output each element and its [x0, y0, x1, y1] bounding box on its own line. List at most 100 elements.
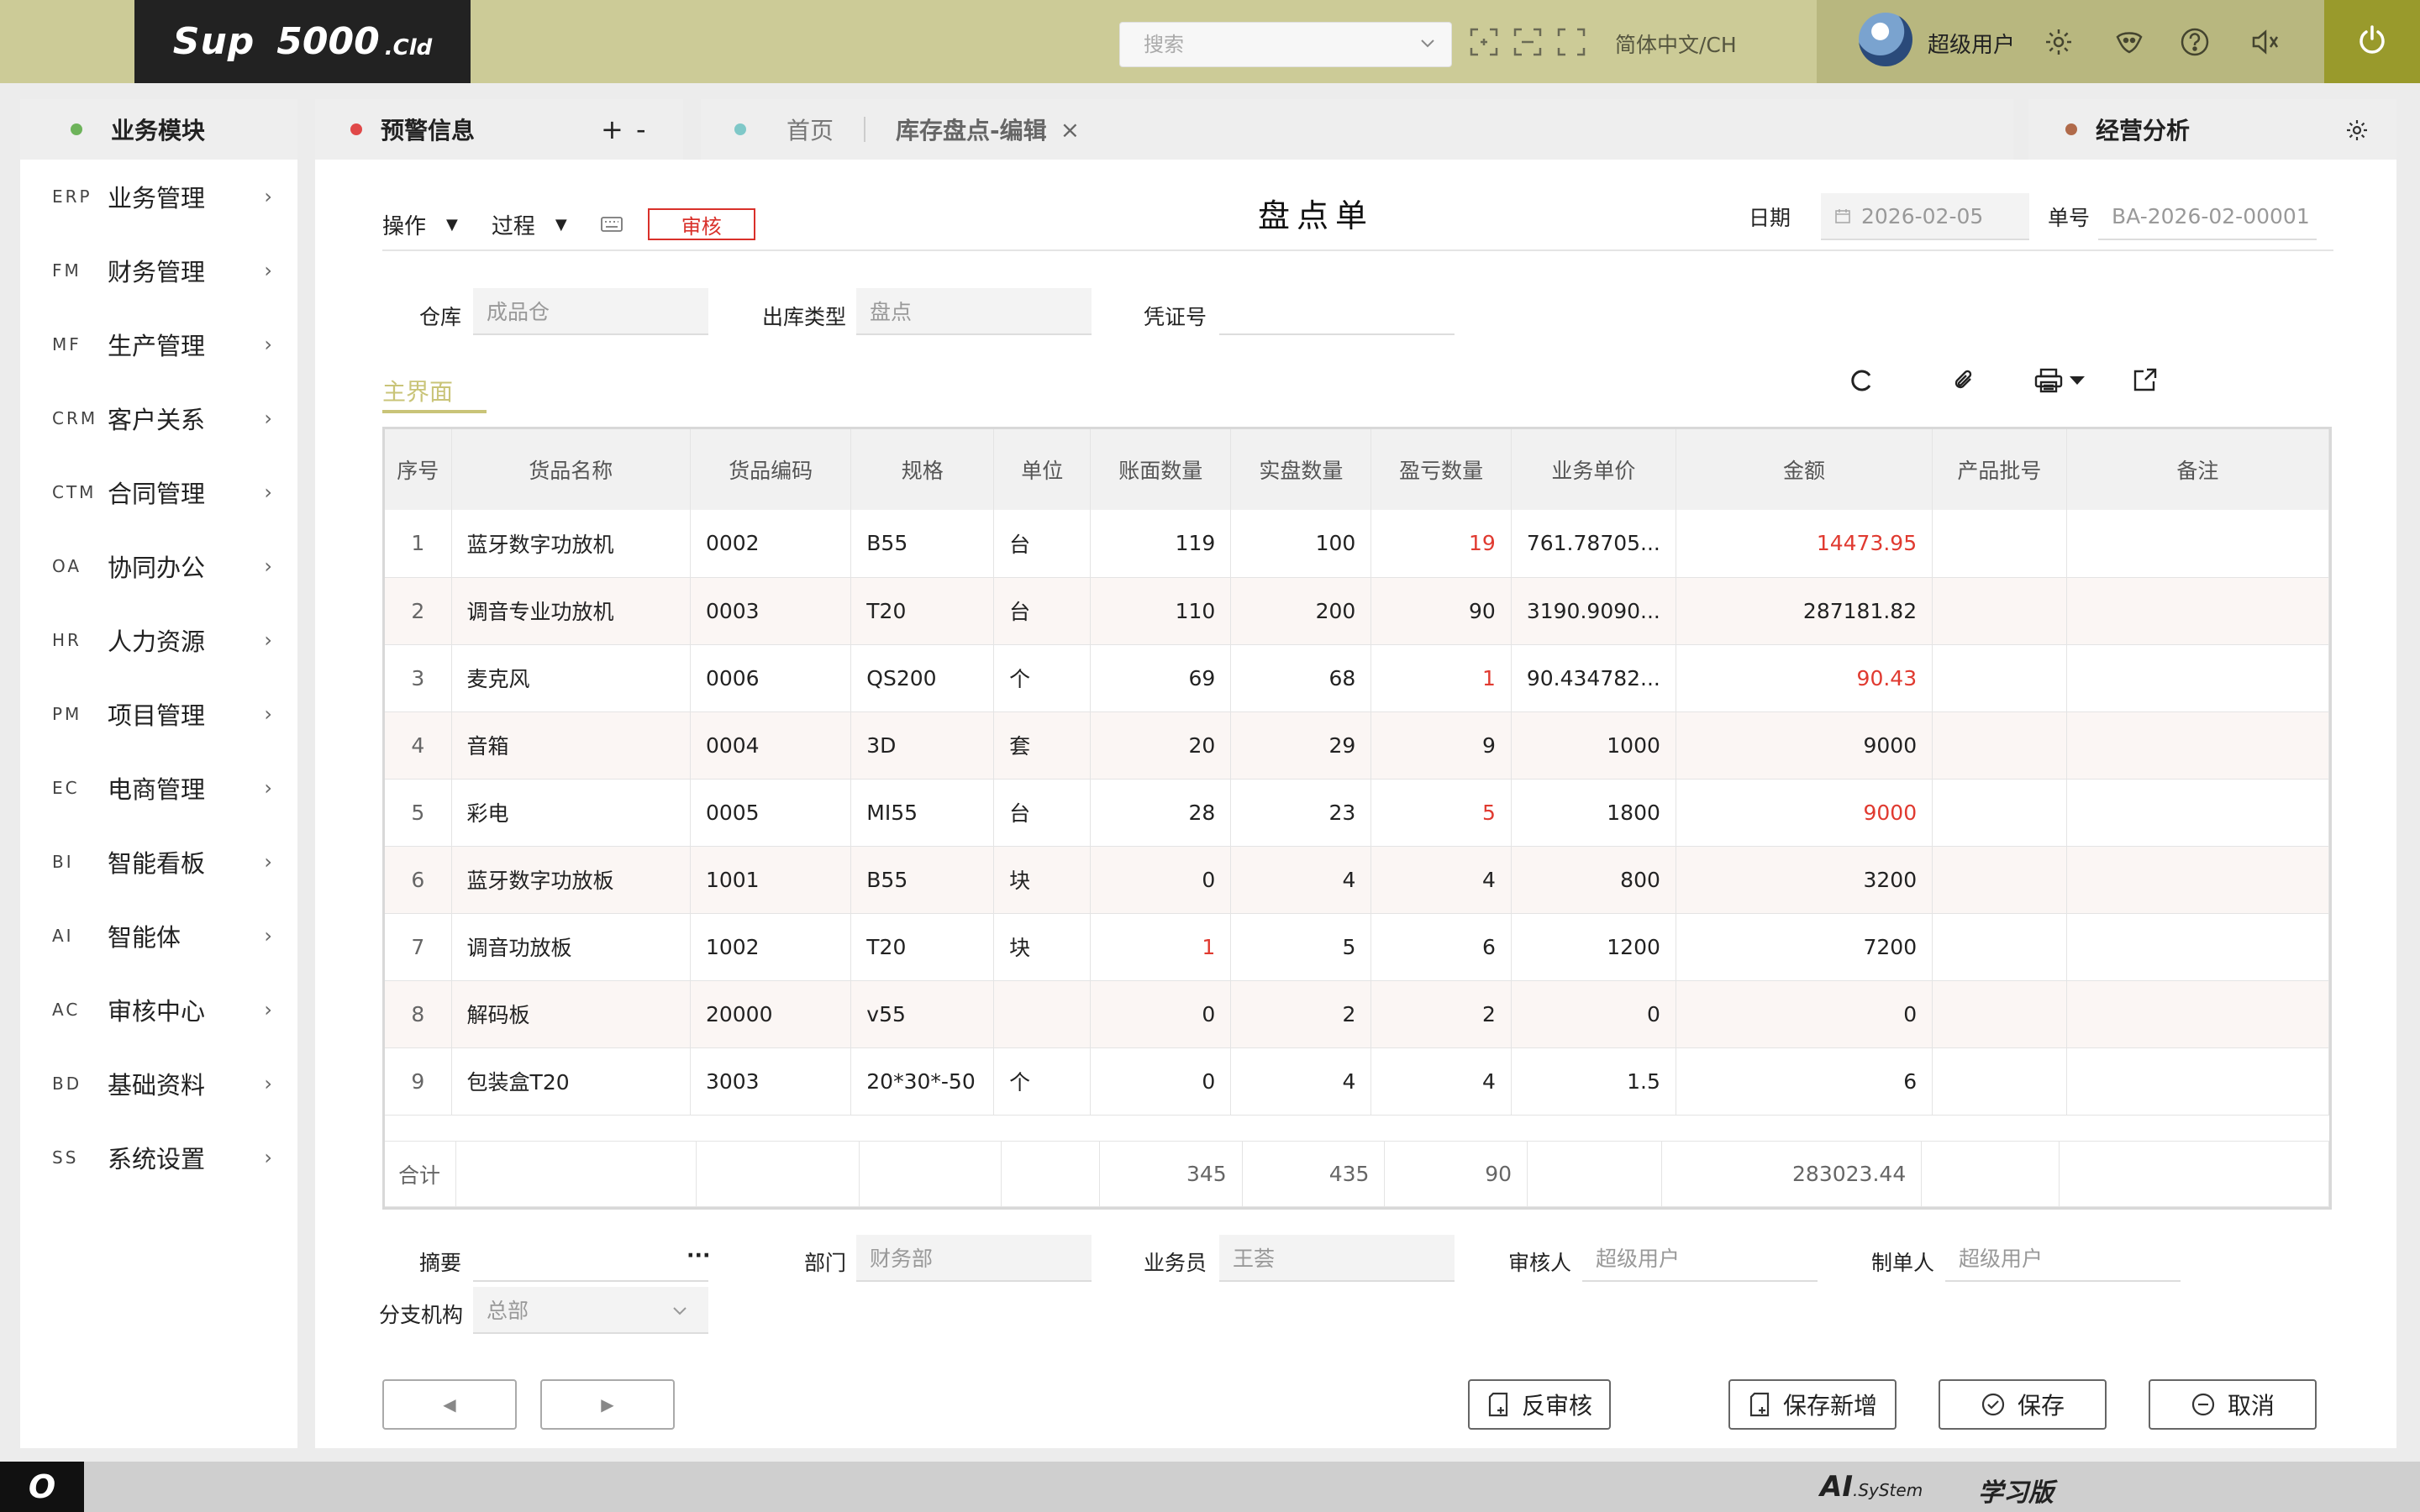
- col-book-qty[interactable]: 账面数量: [1090, 429, 1232, 510]
- cell-diff[interactable]: 19: [1370, 510, 1512, 578]
- cell-note[interactable]: [2066, 577, 2330, 645]
- tab-inventory-edit[interactable]: 库存盘点-编辑: [896, 113, 1047, 146]
- cell-code[interactable]: 20000: [690, 980, 852, 1048]
- save-new-button[interactable]: 保存新增: [1728, 1379, 1897, 1430]
- cell-unit[interactable]: 台: [993, 577, 1092, 645]
- sidebar-item-oa[interactable]: OA 协同办公 ›: [20, 529, 297, 603]
- cell-spec[interactable]: B55: [850, 846, 995, 914]
- cell-price[interactable]: 90.434782...: [1511, 644, 1676, 712]
- cancel-button[interactable]: 取消: [2149, 1379, 2317, 1430]
- cell-unit[interactable]: 台: [993, 779, 1092, 847]
- col-code[interactable]: 货品编码: [690, 429, 852, 510]
- sidebar-item-fm[interactable]: FM 财务管理 ›: [20, 234, 297, 307]
- warehouse-field[interactable]: 成品仓: [473, 288, 708, 335]
- sidebar-item-erp[interactable]: ERP 业务管理 ›: [20, 160, 297, 234]
- cell-actual[interactable]: 29: [1230, 711, 1372, 780]
- settings-icon[interactable]: [2344, 118, 2370, 146]
- close-icon[interactable]: ×: [1060, 116, 1080, 144]
- cell-actual[interactable]: 4: [1230, 846, 1372, 914]
- col-unit[interactable]: 单位: [993, 429, 1092, 510]
- cell-diff[interactable]: 90: [1370, 577, 1512, 645]
- cell-spec[interactable]: MI55: [850, 779, 995, 847]
- maker-field[interactable]: 超级用户: [1945, 1235, 2181, 1282]
- cell-unit[interactable]: [993, 980, 1092, 1048]
- power-button[interactable]: [2324, 0, 2420, 83]
- cell-batch[interactable]: [1932, 510, 2067, 578]
- dept-field[interactable]: 财务部: [856, 1235, 1092, 1282]
- auditor-field[interactable]: 超级用户: [1582, 1235, 1818, 1282]
- username[interactable]: 超级用户: [1928, 28, 2015, 59]
- table-row[interactable]: 3 麦克风 0006 QS200 个 69 68 1 90.434782... 90.43: [385, 644, 2330, 712]
- cell-no[interactable]: 2: [385, 577, 452, 645]
- cell-spec[interactable]: v55: [850, 980, 995, 1048]
- fullscreen-icon[interactable]: [1555, 25, 1588, 59]
- cell-no[interactable]: 5: [385, 779, 452, 847]
- focus-icon[interactable]: [1467, 25, 1501, 59]
- cell-amount[interactable]: 14473.95: [1676, 510, 1933, 578]
- tab-home[interactable]: 首页: [786, 113, 834, 146]
- cell-amount[interactable]: 3200: [1676, 846, 1933, 914]
- more-icon[interactable]: ···: [687, 1243, 711, 1268]
- gear-icon[interactable]: [2042, 25, 2075, 59]
- cell-book[interactable]: 1: [1090, 913, 1232, 981]
- cell-diff[interactable]: 5: [1370, 779, 1512, 847]
- cell-actual[interactable]: 2: [1230, 980, 1372, 1048]
- cell-amount[interactable]: 0: [1676, 980, 1933, 1048]
- cell-book[interactable]: 20: [1090, 711, 1232, 780]
- cell-actual[interactable]: 5: [1230, 913, 1372, 981]
- cell-no[interactable]: 4: [385, 711, 452, 780]
- cell-unit[interactable]: 个: [993, 644, 1092, 712]
- cell-price[interactable]: 3190.9090...: [1511, 577, 1676, 645]
- cell-no[interactable]: 7: [385, 913, 452, 981]
- cell-batch[interactable]: [1932, 980, 2067, 1048]
- cell-diff[interactable]: 9: [1370, 711, 1512, 780]
- cell-book[interactable]: 0: [1090, 980, 1232, 1048]
- summary-field[interactable]: [473, 1235, 708, 1282]
- cell-price[interactable]: 800: [1511, 846, 1676, 914]
- col-actual-qty[interactable]: 实盘数量: [1230, 429, 1372, 510]
- theme-icon[interactable]: [2112, 25, 2146, 59]
- cell-code[interactable]: 0004: [690, 711, 852, 780]
- audit-button[interactable]: 审核: [647, 208, 755, 240]
- cell-actual[interactable]: 4: [1230, 1047, 1372, 1116]
- alerts-tab[interactable]: 预警信息 + -: [315, 99, 683, 160]
- cell-code[interactable]: 0005: [690, 779, 852, 847]
- cell-no[interactable]: 3: [385, 644, 452, 712]
- save-button[interactable]: 保存: [1939, 1379, 2107, 1430]
- clerk-field[interactable]: 王荟: [1219, 1235, 1455, 1282]
- cell-price[interactable]: 1000: [1511, 711, 1676, 780]
- col-batch[interactable]: 产品批号: [1932, 429, 2067, 510]
- cell-note[interactable]: [2066, 913, 2330, 981]
- sidebar-item-bi[interactable]: BI 智能看板 ›: [20, 825, 297, 899]
- cell-no[interactable]: 6: [385, 846, 452, 914]
- scan-icon[interactable]: [1511, 25, 1544, 59]
- print-icon[interactable]: [2034, 368, 2086, 393]
- sidebar-item-ec[interactable]: EC 电商管理 ›: [20, 751, 297, 825]
- col-price[interactable]: 业务单价: [1511, 429, 1676, 510]
- cell-diff[interactable]: 4: [1370, 1047, 1512, 1116]
- sidebar-item-ss[interactable]: SS 系统设置 ›: [20, 1121, 297, 1194]
- cell-no[interactable]: 9: [385, 1047, 452, 1116]
- sidebar-item-crm[interactable]: CRM 客户关系 ›: [20, 381, 297, 455]
- tab-main-view[interactable]: 主界面: [382, 374, 453, 407]
- cell-actual[interactable]: 100: [1230, 510, 1372, 578]
- cell-price[interactable]: 1200: [1511, 913, 1676, 981]
- cell-price[interactable]: 761.78705...: [1511, 510, 1676, 578]
- col-diff-qty[interactable]: 盈亏数量: [1370, 429, 1512, 510]
- add-button[interactable]: +: [601, 113, 623, 145]
- sidebar-item-bd[interactable]: BD 基础资料 ›: [20, 1047, 297, 1121]
- voucher-field[interactable]: [1219, 288, 1455, 335]
- cell-book[interactable]: 119: [1090, 510, 1232, 578]
- cell-spec[interactable]: 20*30*-50: [850, 1047, 995, 1116]
- cell-price[interactable]: 1.5: [1511, 1047, 1676, 1116]
- table-row[interactable]: 8 解码板 20000 v55 0 2 2 0 0: [385, 980, 2330, 1048]
- expand-icon[interactable]: [2133, 368, 2157, 395]
- col-no[interactable]: 序号: [385, 429, 452, 510]
- cell-name[interactable]: 蓝牙数字功放机: [451, 510, 691, 578]
- cell-note[interactable]: [2066, 711, 2330, 780]
- table-row[interactable]: 4 音箱 0004 3D 套 20 29 9 1000 9000: [385, 711, 2330, 780]
- table-row[interactable]: 2 调音专业功放机 0003 T20 台 110 200 90 3190.9090... 2871…: [385, 577, 2330, 645]
- cell-book[interactable]: 0: [1090, 846, 1232, 914]
- cell-price[interactable]: 1800: [1511, 779, 1676, 847]
- footer-badge[interactable]: O: [0, 1462, 84, 1512]
